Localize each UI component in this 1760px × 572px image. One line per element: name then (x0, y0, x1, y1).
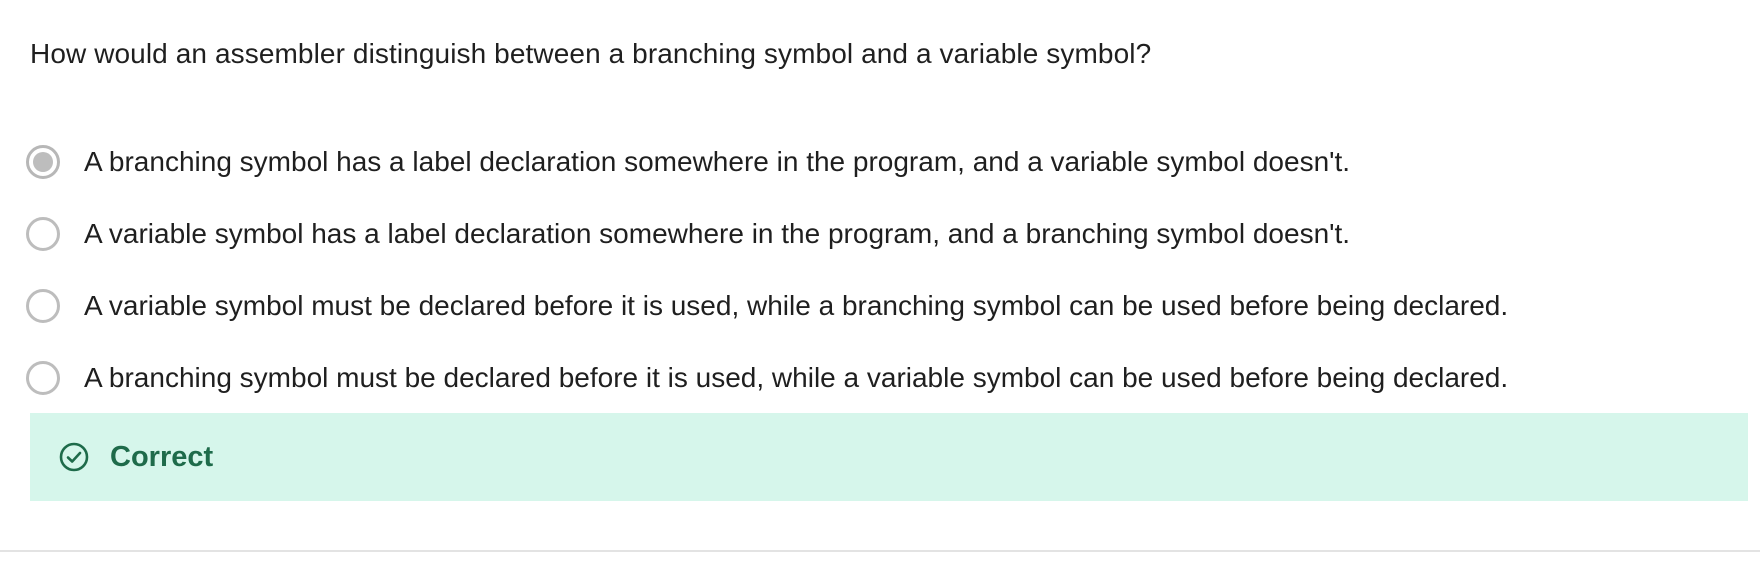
radio-button[interactable] (26, 217, 60, 251)
check-circle-icon (58, 441, 90, 473)
answer-option[interactable]: A variable symbol has a label declaratio… (26, 198, 1726, 270)
answer-options: A branching symbol has a label declarati… (26, 128, 1726, 414)
answer-option-label: A branching symbol has a label declarati… (84, 146, 1351, 177)
answer-option[interactable]: A branching symbol must be declared befo… (26, 342, 1726, 414)
answer-option[interactable]: A variable symbol must be declared befor… (26, 270, 1726, 342)
quiz-question: How would an assembler distinguish betwe… (0, 0, 1760, 572)
radio-button[interactable] (26, 361, 60, 395)
radio-button-selected[interactable] (26, 145, 60, 179)
answer-option[interactable]: A branching symbol has a label declarati… (26, 126, 1726, 198)
answer-option-label: A variable symbol has a label declaratio… (84, 218, 1351, 249)
feedback-banner: Correct (30, 413, 1748, 501)
answer-option-label: A branching symbol must be declared befo… (84, 362, 1509, 393)
feedback-text: Correct (110, 441, 214, 473)
bottom-divider (0, 550, 1760, 552)
question-text: How would an assembler distinguish betwe… (30, 38, 1152, 69)
answer-option-label: A variable symbol must be declared befor… (84, 290, 1509, 321)
radio-selected-dot (33, 152, 53, 172)
radio-button[interactable] (26, 289, 60, 323)
